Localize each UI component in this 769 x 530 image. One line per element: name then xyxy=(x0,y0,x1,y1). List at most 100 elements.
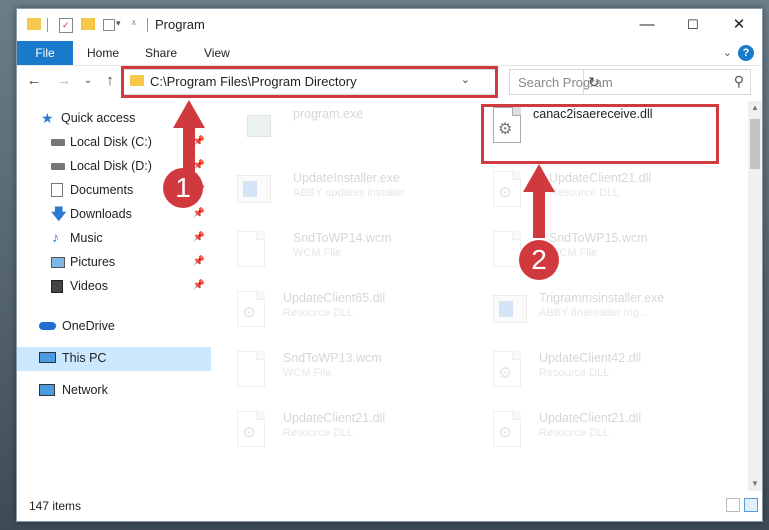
file-item[interactable]: ⚙ UpdateClient42.dll Resource DLL xyxy=(483,345,713,397)
maximize-button[interactable]: ☐ xyxy=(670,9,716,41)
up-arrow-icon[interactable]: ↑ xyxy=(101,72,119,90)
expand-ribbon-icon[interactable]: ⌄ xyxy=(723,46,732,59)
separator xyxy=(147,16,149,34)
arrow-2-head xyxy=(523,164,555,192)
dll-icon: ⚙ xyxy=(237,291,269,329)
vertical-scrollbar[interactable]: ▲ ▼ xyxy=(748,101,762,491)
file-item[interactable]: SndToWP15.wcm WCM File xyxy=(483,225,713,277)
file-item[interactable]: ⚙ UpdateClient21.dll Resource DLL xyxy=(483,405,713,457)
tab-file[interactable]: File xyxy=(17,41,73,65)
exe-icon xyxy=(493,291,527,329)
file-name: SndToWP15.wcm xyxy=(549,231,648,245)
customize-toolbar-icon[interactable]: ▾ xyxy=(103,16,123,34)
drive-icon xyxy=(51,139,65,146)
pictures-icon xyxy=(51,257,65,268)
sidebar-item-music[interactable]: ♪ Music 📌 xyxy=(17,227,211,251)
forward-arrow-icon[interactable]: → xyxy=(55,72,73,90)
pin-icon: 📌 xyxy=(192,208,205,219)
step-1-badge: 1 xyxy=(163,168,203,208)
file-type: ABBY finereader trig... xyxy=(539,307,649,319)
file-item[interactable]: ⚙ UpdateClient21.dll Resource DLL xyxy=(483,165,713,217)
file-name: UpdateClient65.dll xyxy=(283,291,386,305)
videos-icon xyxy=(51,280,63,293)
arrow-1-head xyxy=(173,100,205,128)
computer-icon xyxy=(39,352,56,363)
sidebar-item-label: Local Disk (C:) xyxy=(70,135,152,149)
large-icons-view-icon[interactable] xyxy=(744,498,758,512)
file-type: Resource DLL xyxy=(283,307,354,319)
file-name: UpdateClient21.dll xyxy=(549,171,652,185)
file-item[interactable]: SndToWP13.wcm WCM File xyxy=(227,345,457,397)
file-type: WCM File xyxy=(283,367,332,379)
sidebar-item-this-pc[interactable]: This PC xyxy=(17,347,211,371)
arrow-1-shaft xyxy=(183,126,195,172)
download-icon: 🡇 xyxy=(51,206,67,223)
dll-icon: ⚙ xyxy=(493,171,525,209)
sidebar-item-label: Videos xyxy=(70,279,108,293)
file-icon xyxy=(237,231,269,269)
documents-icon xyxy=(51,183,63,197)
sidebar-item-label: Music xyxy=(70,231,103,245)
cloud-icon xyxy=(39,322,56,330)
sidebar-item-local-disk-c[interactable]: Local Disk (C:) 📌 xyxy=(17,131,211,155)
sidebar-item-label: Quick access xyxy=(61,111,136,125)
sidebar-item-label: Network xyxy=(62,383,108,397)
scrollbar-thumb[interactable] xyxy=(750,119,760,169)
sidebar-item-pictures[interactable]: Pictures 📌 xyxy=(17,251,211,275)
sidebar-item-onedrive[interactable]: OneDrive xyxy=(17,315,211,339)
pin-icon: 📌 xyxy=(192,232,205,243)
file-item[interactable]: program.exe xyxy=(227,101,457,153)
navigation-pane: ★ Quick access Local Disk (C:) 📌 Local D… xyxy=(17,101,211,491)
file-item[interactable]: ⚙ UpdateClient21.dll Resource DLL xyxy=(227,405,457,457)
file-highlight xyxy=(481,104,719,164)
tab-view[interactable]: View xyxy=(204,41,230,65)
search-box[interactable]: Search Program ⚲ xyxy=(509,69,751,95)
arrow-2-shaft xyxy=(533,190,545,238)
scroll-down-icon[interactable]: ▼ xyxy=(748,477,762,491)
ribbon-tabs: File Home Share View ⌄ ? xyxy=(17,41,762,66)
file-type: Resource DLL xyxy=(539,427,610,439)
minimize-button[interactable]: — xyxy=(624,9,670,41)
pin-icon: 📌 xyxy=(192,280,205,291)
back-arrow-icon[interactable]: ← xyxy=(25,72,43,90)
sidebar-item-label: Local Disk (D:) xyxy=(70,159,152,173)
file-name: UpdateClient21.dll xyxy=(539,411,642,425)
sidebar-item-network[interactable]: Network xyxy=(17,379,211,403)
search-icon[interactable]: ⚲ xyxy=(734,73,744,90)
new-folder-icon[interactable] xyxy=(81,16,95,34)
file-name: Trigrammsinstaller.exe xyxy=(539,291,665,305)
tab-home[interactable]: Home xyxy=(87,41,119,65)
sidebar-item-label: OneDrive xyxy=(62,319,115,333)
music-icon: ♪ xyxy=(52,229,59,245)
close-button[interactable]: ✕ xyxy=(716,9,762,41)
sidebar-item-label: Documents xyxy=(70,183,134,197)
file-type: WCM File xyxy=(293,247,342,259)
dll-icon: ⚙ xyxy=(493,411,525,449)
search-input[interactable]: Search Program xyxy=(518,75,613,90)
file-type: Resource DLL xyxy=(549,187,620,199)
sidebar-item-videos[interactable]: Videos 📌 xyxy=(17,275,211,299)
file-name: UpdateClient42.dll xyxy=(539,351,642,365)
file-item[interactable]: Trigrammsinstaller.exe ABBY finereader t… xyxy=(483,285,713,337)
star-icon: ★ xyxy=(41,110,54,126)
exe-icon xyxy=(237,171,271,209)
separator xyxy=(47,16,49,34)
address-bar-highlight xyxy=(121,66,498,98)
file-name: UpdateInstaller.exe xyxy=(293,171,401,185)
sidebar-item-label: Pictures xyxy=(70,255,116,269)
sidebar-item-label: This PC xyxy=(62,351,107,365)
file-item[interactable]: UpdateInstaller.exe ABBY updates install… xyxy=(227,165,457,217)
quick-access-dropdown-icon[interactable]: ⩡ xyxy=(131,16,143,34)
recent-locations-icon[interactable]: ⌄ xyxy=(79,72,97,90)
help-icon[interactable]: ? xyxy=(738,45,754,61)
details-view-icon[interactable] xyxy=(726,498,740,512)
properties-icon[interactable]: ✓ xyxy=(59,16,73,34)
file-item[interactable]: ⚙ UpdateClient65.dll Resource DLL xyxy=(227,285,457,337)
tab-share[interactable]: Share xyxy=(145,41,177,65)
scroll-up-icon[interactable]: ▲ xyxy=(748,101,762,115)
program-icon xyxy=(247,107,279,145)
file-name: SndToWP13.wcm xyxy=(283,351,382,365)
file-item[interactable]: SndToWP14.wcm WCM File xyxy=(227,225,457,277)
dll-icon: ⚙ xyxy=(237,411,269,449)
file-name: program.exe xyxy=(293,107,364,121)
